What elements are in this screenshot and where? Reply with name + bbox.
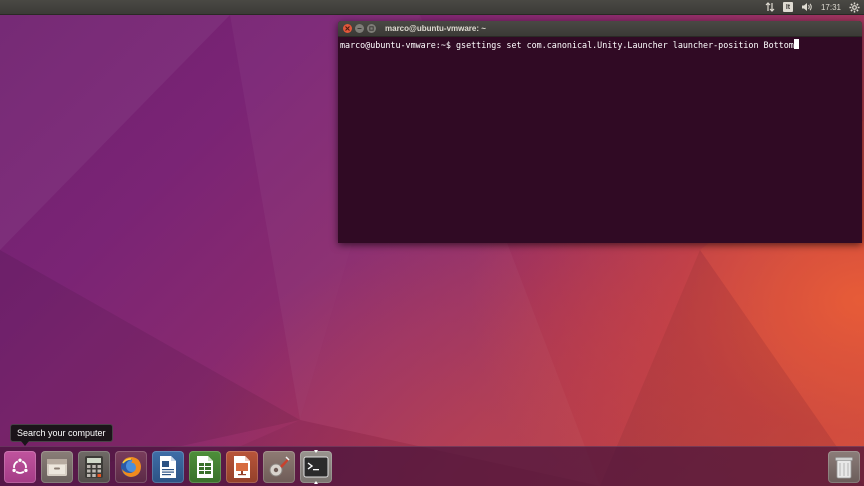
- clock-indicator[interactable]: 17:31: [821, 0, 841, 15]
- minimize-icon: [357, 27, 362, 30]
- dash-button[interactable]: [4, 451, 36, 483]
- calc-launcher-item[interactable]: [189, 451, 221, 483]
- terminal-window[interactable]: marco@ubuntu-vmware: ~ marco@ubuntu-vmwa…: [338, 21, 862, 243]
- terminal-content[interactable]: marco@ubuntu-vmware:~$ gsettings set com…: [338, 37, 862, 53]
- settings-launcher-item[interactable]: [263, 451, 295, 483]
- unity-launcher: [0, 446, 864, 486]
- volume-icon: [801, 3, 812, 11]
- clock-text: 17:31: [820, 2, 841, 12]
- trash-launcher-item[interactable]: [828, 451, 860, 483]
- maximize-icon: [369, 26, 374, 31]
- ubuntu-dash-icon: [11, 457, 29, 474]
- system-gear-icon: [849, 1, 860, 13]
- files-launcher-item[interactable]: [41, 451, 73, 483]
- terminal-command: gsettings set com.canonical.Unity.Launch…: [455, 40, 794, 50]
- system-settings-icon: [269, 456, 290, 477]
- focused-indicator: [314, 481, 318, 484]
- maximize-button[interactable]: [367, 24, 376, 33]
- terminal-cursor: [793, 39, 799, 49]
- libreoffice-impress-icon: [234, 456, 250, 478]
- terminal-titlebar[interactable]: marco@ubuntu-vmware: ~: [338, 21, 862, 37]
- terminal-title: marco@ubuntu-vmware: ~: [385, 24, 486, 33]
- trash-icon: [835, 457, 853, 479]
- keyboard-indicator[interactable]: It: [782, 0, 793, 15]
- libreoffice-writer-icon: [160, 456, 176, 478]
- terminal-prompt: marco@ubuntu-vmware:~$: [340, 40, 456, 50]
- session-indicator[interactable]: [849, 0, 860, 15]
- top-panel: It 17:31: [0, 0, 864, 15]
- running-indicator: [314, 450, 318, 453]
- dash-tooltip: Search your computer: [10, 424, 113, 446]
- network-updown-icon: [765, 2, 775, 12]
- sound-indicator[interactable]: [801, 0, 813, 15]
- terminal-launcher-item[interactable]: [300, 450, 332, 484]
- terminal-icon: [303, 456, 329, 478]
- writer-launcher-item[interactable]: [152, 451, 184, 483]
- close-button[interactable]: [343, 24, 352, 33]
- minimize-button[interactable]: [355, 24, 364, 33]
- firefox-icon: [121, 457, 141, 477]
- calculator-icon: [85, 456, 103, 478]
- firefox-launcher-item[interactable]: [115, 451, 147, 483]
- libreoffice-calc-icon: [197, 456, 213, 478]
- files-manager-icon: [47, 459, 67, 476]
- tooltip-text: Search your computer: [17, 428, 106, 438]
- network-indicator[interactable]: [765, 0, 775, 15]
- keyboard-layout-icon: It: [782, 2, 793, 12]
- impress-launcher-item[interactable]: [226, 451, 258, 483]
- calculator-launcher-item[interactable]: [78, 451, 110, 483]
- close-icon: [345, 26, 350, 31]
